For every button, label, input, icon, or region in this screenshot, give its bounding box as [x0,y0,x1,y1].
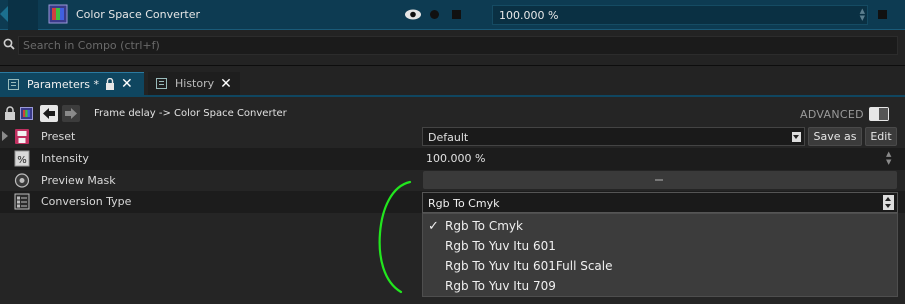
parameters-toolbar: Frame delay -> Color Space Converter ADV… [0,103,905,125]
dropdown-item[interactable]: Rgb To Yuv Itu 601Full Scale [423,256,897,276]
param-row-preset: Preset Default Save as Edit [0,126,905,148]
intensity-value[interactable]: 100.000 % [426,152,485,165]
lock-icon[interactable] [4,106,16,120]
param-label: Preset [41,130,76,143]
tab-parameters[interactable]: Parameters * ✕ [0,72,144,95]
preset-select[interactable]: Default [422,127,805,146]
close-icon[interactable]: ✕ [121,77,133,91]
panel-top-border [0,95,905,97]
list-icon [14,193,30,210]
preset-icon [15,129,29,144]
preset-value: Default [428,131,469,144]
arrow-left-icon [43,108,55,119]
expand-arrow-icon[interactable] [2,131,8,141]
tab-bar: Parameters * ✕ History ✕ [0,72,905,95]
edit-button[interactable]: Edit [865,127,897,146]
dropdown-caret-icon [792,132,801,142]
search-input[interactable] [18,36,898,55]
svg-text:%: % [17,155,27,166]
conversion-type-select[interactable]: Rgb To Cmyk [422,192,898,213]
effect-fx-icon [20,107,33,120]
back-arrow-button[interactable] [40,105,58,122]
param-row-intensity: % Intensity 100.000 % ▲ ▼ [0,148,905,170]
dropdown-item-label: Rgb To Yuv Itu 601 [445,239,556,253]
checkmark-icon: ✓ [428,219,439,234]
param-row-conversion-type: Conversion Type Rgb To Cmyk [0,191,905,213]
mask-icon [14,173,30,188]
select-arrows-icon [883,195,894,210]
dropdown-item-label: Rgb To Yuv Itu 601Full Scale [445,259,613,273]
spin-arrows-icon[interactable]: ▲ ▼ [886,150,891,166]
panel-icon [156,78,167,89]
param-row-preview-mask: Preview Mask [0,170,905,192]
conversion-type-dropdown: ✓ Rgb To Cmyk Rgb To Yuv Itu 601 Rgb To … [422,213,898,297]
param-label: Preview Mask [41,174,116,187]
annotation-bracket [378,180,412,294]
effect-value-field[interactable]: 100.000 % ▲ ▼ [492,5,868,25]
effect-value: 100.000 % [499,9,559,22]
left-arrow-icon[interactable] [0,6,8,22]
effect-row[interactable]: Color Space Converter 100.000 % ▲ ▼ [0,0,905,30]
effect-name: Color Space Converter [76,8,201,21]
effect-gutter [8,0,38,30]
conversion-type-value: Rgb To Cmyk [428,197,500,210]
effect-fx-icon [48,4,68,24]
breadcrumb: Frame delay -> Color Space Converter [94,108,287,119]
param-label: Conversion Type [41,195,132,208]
tab-history[interactable]: History ✕ [148,72,240,95]
dropdown-item-label: Rgb To Cmyk [445,219,523,233]
dropdown-item[interactable]: Rgb To Yuv Itu 601 [423,236,897,256]
param-label: Intensity [41,152,89,165]
tab-label: Parameters * [27,77,99,91]
forward-arrow-button[interactable] [62,105,80,122]
preview-mask-button[interactable] [423,171,897,189]
arrow-right-icon [65,108,77,119]
lock-icon[interactable] [105,78,115,90]
dropdown-item[interactable]: Rgb To Yuv Itu 709 [423,276,897,296]
eye-icon[interactable] [404,9,422,20]
advanced-label: ADVANCED [800,108,864,121]
panel-icon [8,78,19,90]
save-as-button[interactable]: Save as [808,127,862,146]
dot-icon[interactable] [430,10,439,19]
search-icon [3,38,15,50]
percent-icon: % [14,150,30,167]
square-icon[interactable] [452,10,461,19]
dropdown-item[interactable]: ✓ Rgb To Cmyk [423,216,897,236]
advanced-toggle[interactable] [869,107,889,121]
tab-label: History [175,77,215,90]
search-bar [0,35,905,57]
divider [0,65,905,66]
close-icon[interactable]: ✕ [220,77,232,91]
spin-arrows-icon[interactable]: ▲ ▼ [860,8,865,22]
dropdown-item-label: Rgb To Yuv Itu 709 [445,279,556,293]
end-square-icon[interactable] [878,10,887,19]
